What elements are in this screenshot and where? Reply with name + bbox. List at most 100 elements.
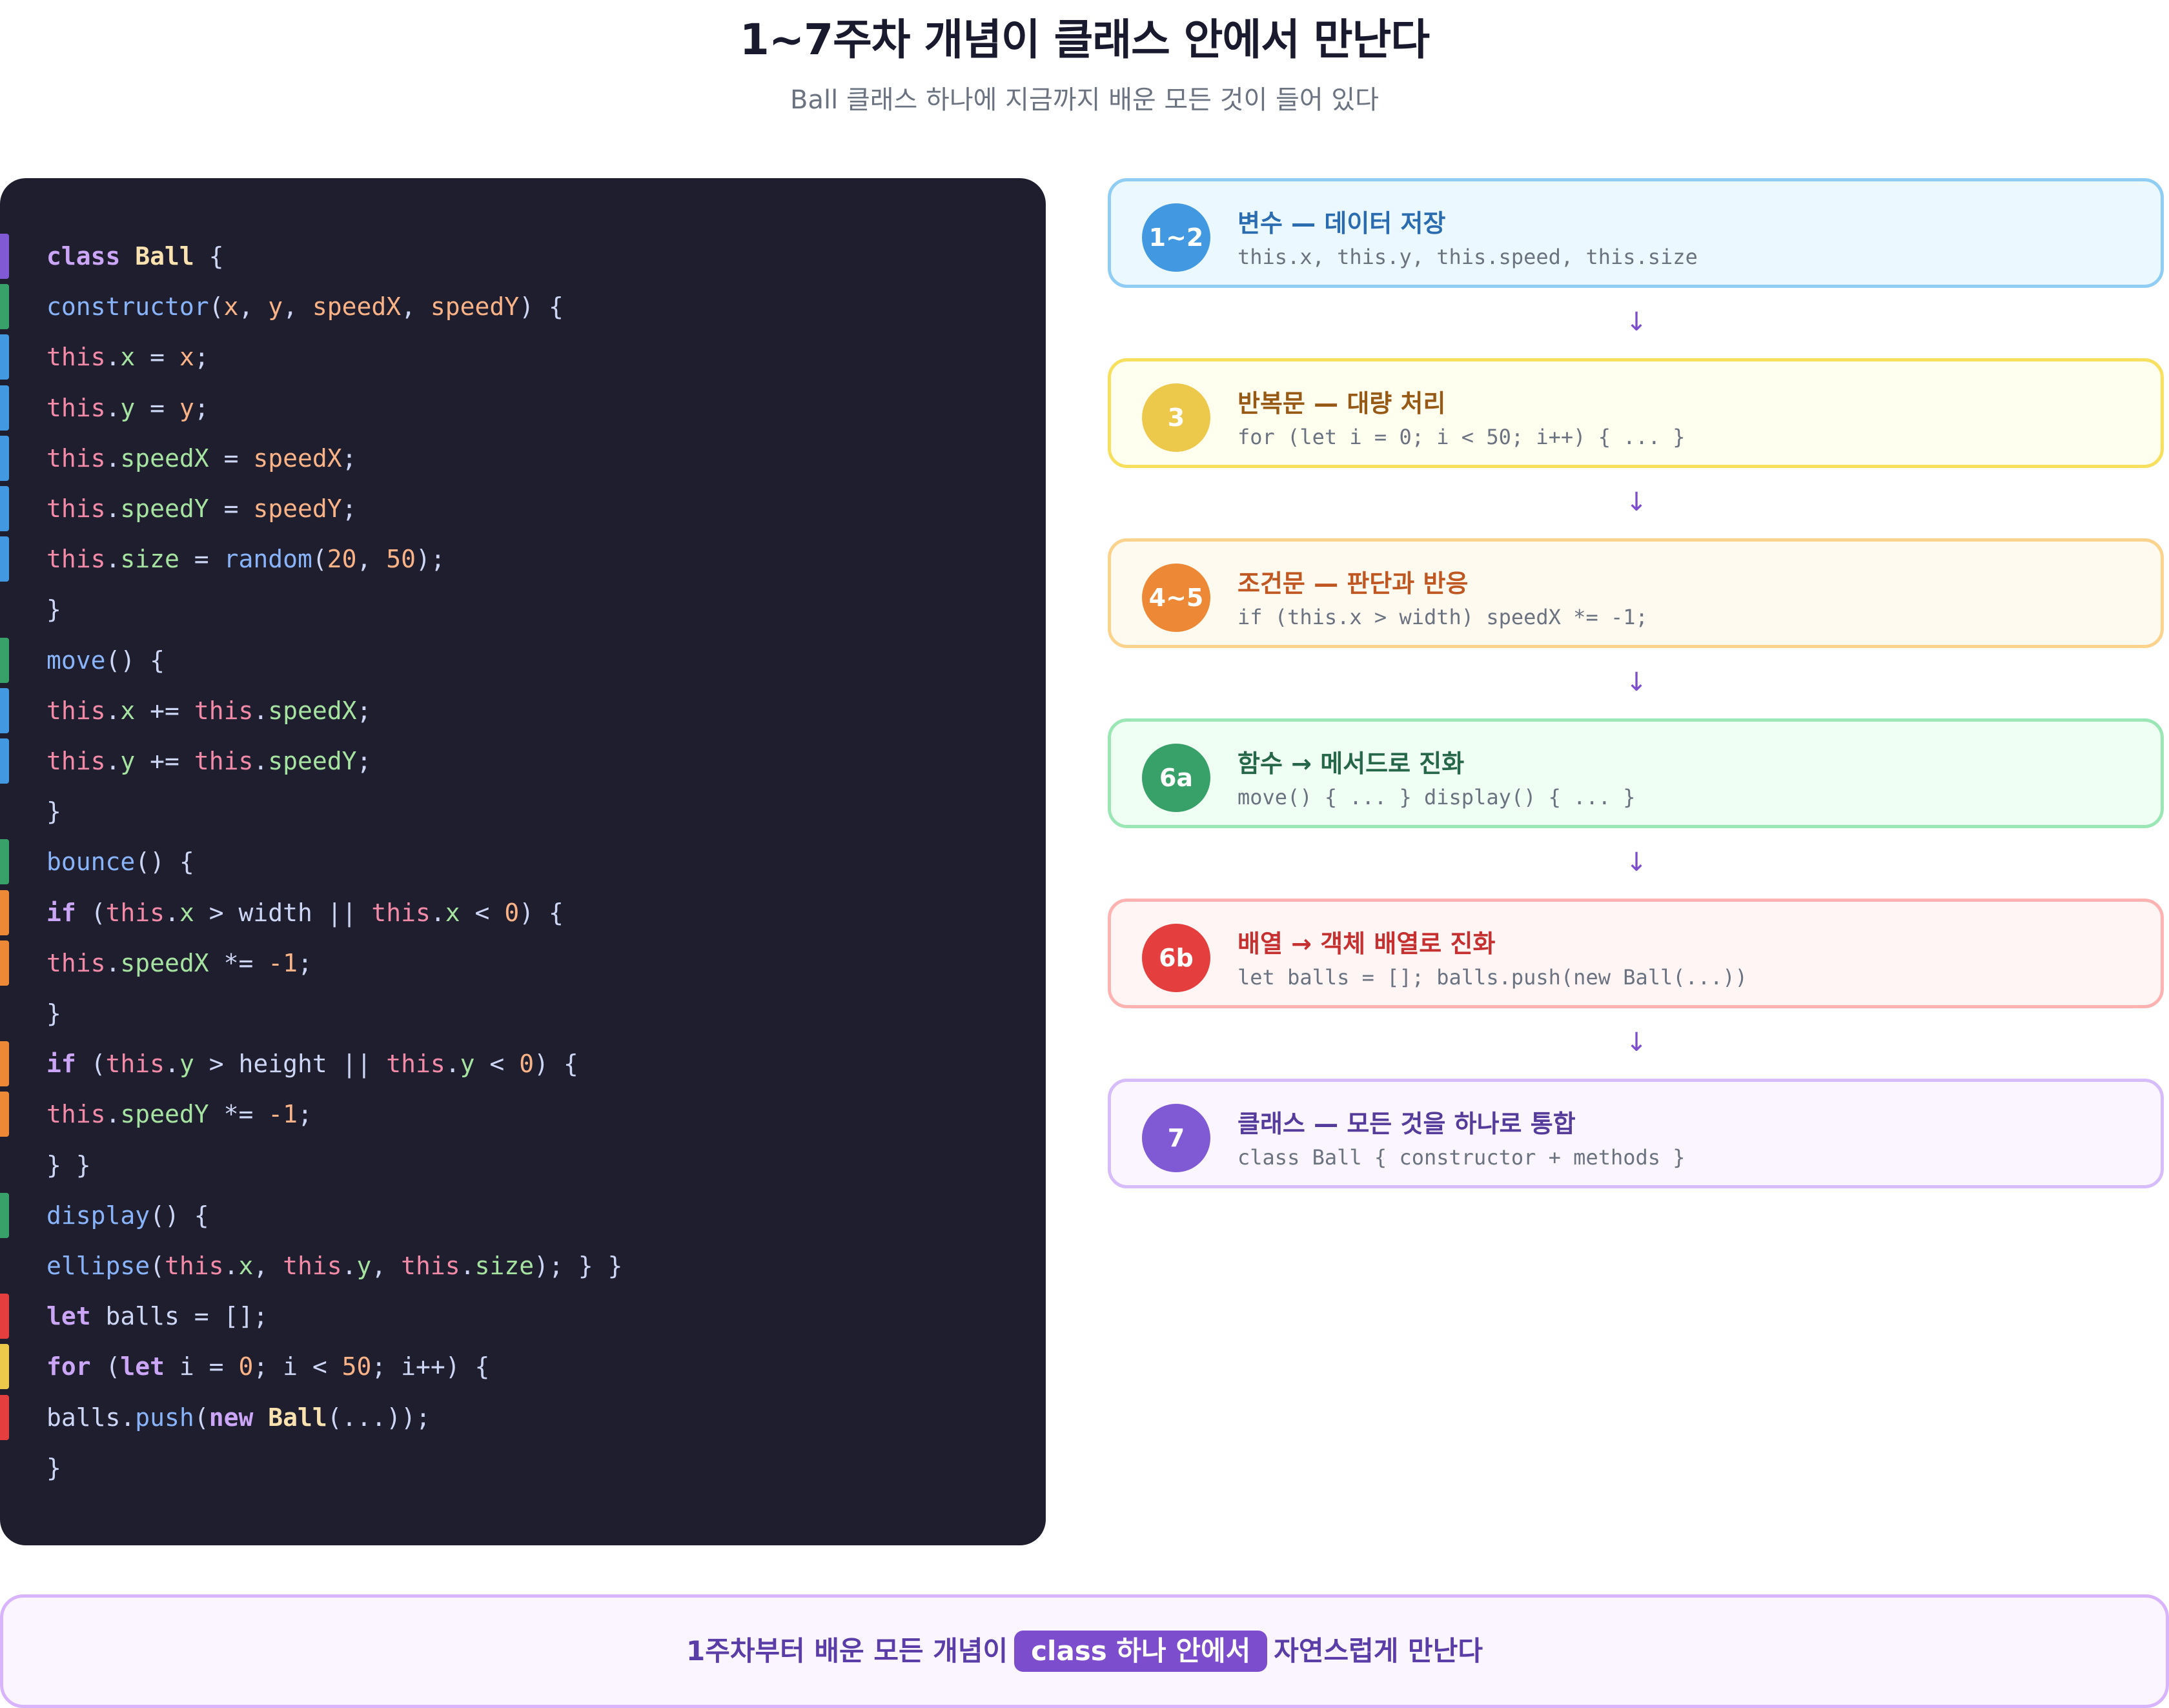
code-token: = <box>209 443 254 473</box>
code-token: 20 <box>327 545 357 574</box>
code-text: class Ball { <box>46 231 224 281</box>
code-line: this.x = x; <box>0 332 1046 382</box>
code-token: 50 <box>386 545 416 574</box>
code-text: } <box>46 584 61 635</box>
concept-code-example: let balls = []; balls.push(new Ball(...)… <box>1237 965 1747 990</box>
code-token: this <box>194 696 254 725</box>
code-token: speedY <box>430 292 520 321</box>
code-text: } <box>46 1443 61 1493</box>
code-token: 50 <box>341 1352 372 1381</box>
code-token: . <box>460 1252 475 1280</box>
code-token: x <box>179 898 194 927</box>
code-line: this.speedX = speedX; <box>0 433 1046 483</box>
code-token: 0 <box>504 898 520 927</box>
step-badge: 6a <box>1142 744 1210 812</box>
code-text: this.x += this.speedX; <box>46 686 371 736</box>
code-text: } <box>46 988 61 1039</box>
concept-code-example: move() { ... } display() { ... } <box>1237 785 1636 809</box>
code-line: } <box>0 786 1046 837</box>
code-line: } <box>0 584 1046 635</box>
concept-color-bar <box>0 486 9 531</box>
concept-title: 배열 → 객체 배열로 진화 <box>1237 930 1496 958</box>
code-token: ( <box>150 1252 165 1280</box>
code-token: ; <box>194 343 209 372</box>
concept-color-bar <box>0 687 9 733</box>
code-line: } <box>0 1443 1046 1493</box>
code-token: this <box>46 948 106 977</box>
code-token: let <box>46 1302 91 1331</box>
summary-highlight: class 하나 안에서 <box>1014 1631 1268 1672</box>
code-token: this <box>401 1252 460 1280</box>
code-text: let balls = []; <box>46 1291 268 1341</box>
code-token: } <box>46 1453 61 1482</box>
code-token: class <box>46 242 121 270</box>
down-arrow-icon: ↓ <box>1625 487 1647 517</box>
code-line: if (this.y > height || this.y < 0) { <box>0 1039 1046 1089</box>
code-token: this <box>194 747 254 775</box>
code-token: -1 <box>268 948 298 977</box>
code-token: this <box>105 1050 165 1079</box>
concept-title: 조건문 — 판단과 반응 <box>1237 569 1469 598</box>
code-line: this.speedY *= -1; <box>0 1089 1046 1139</box>
code-token: this <box>386 1050 445 1079</box>
code-token: = <box>179 545 224 574</box>
code-line: this.speedX *= -1; <box>0 938 1046 988</box>
code-token: ; <box>356 747 372 775</box>
code-text: constructor(x, y, speedX, speedY) { <box>46 281 564 332</box>
concept-color-bar <box>0 890 9 935</box>
code-token: . <box>165 898 179 927</box>
page-title: 1~7주차 개념이 클래스 안에서 만난다 <box>739 15 1430 65</box>
concept-card: 7 클래스 — 모든 것을 하나로 통합 class Ball { construc… <box>1108 1079 2164 1188</box>
code-token: ( <box>312 545 327 574</box>
code-token: x <box>120 343 136 372</box>
code-token: move <box>46 646 106 675</box>
code-line: } } <box>0 1140 1046 1190</box>
concept-title: 반복문 — 대량 처리 <box>1237 389 1446 418</box>
code-line: display() { <box>0 1190 1046 1241</box>
concept-color-bar <box>0 1192 9 1238</box>
code-line: this.speedY = speedY; <box>0 483 1046 534</box>
down-arrow-icon: ↓ <box>1625 307 1647 337</box>
concept-color-bar <box>0 738 9 784</box>
step-badge: 1~2 <box>1142 203 1210 272</box>
code-token: ; <box>341 443 357 473</box>
code-token: } <box>46 999 61 1028</box>
code-token: . <box>105 1100 121 1129</box>
code-text: ellipse(this.x, this.y, this.size); } } <box>46 1241 622 1291</box>
code-text: this.x = x; <box>46 332 209 382</box>
concept-color-bar <box>0 1394 9 1440</box>
code-token: i = <box>165 1352 239 1381</box>
code-token: this <box>371 898 431 927</box>
code-token: Ball <box>268 1403 327 1432</box>
concept-title: 변수 — 데이터 저장 <box>1237 209 1446 238</box>
code-text: move() { <box>46 635 165 686</box>
code-token: ( <box>194 1403 209 1432</box>
code-line: constructor(x, y, speedX, speedY) { <box>0 281 1046 332</box>
concept-color-bar <box>0 284 9 330</box>
code-token: speedX <box>253 443 342 473</box>
concept-color-bar <box>0 940 9 986</box>
concept-color-bar <box>0 839 9 885</box>
code-token: if <box>46 1050 76 1079</box>
summary-banner: 1주차부터 배운 모든 개념이 class 하나 안에서 자연스럽게 만난다 <box>0 1594 2169 1708</box>
code-token: . <box>223 1252 239 1280</box>
code-token: constructor <box>46 292 209 321</box>
code-token: random <box>223 545 312 574</box>
code-token: < <box>460 898 505 927</box>
concept-color-bar <box>0 385 9 431</box>
code-token: y <box>460 1050 475 1079</box>
code-token: , <box>356 545 387 574</box>
code-token: = <box>135 343 179 372</box>
code-token: this <box>46 393 106 422</box>
code-token: () { <box>135 848 194 877</box>
code-text: } <box>46 786 61 837</box>
concept-color-bar <box>0 1344 9 1390</box>
code-line: class Ball { <box>0 231 1046 281</box>
code-token: += <box>135 696 194 725</box>
code-token: speedY <box>120 494 209 523</box>
code-token: ( <box>76 1050 106 1079</box>
code-token: . <box>105 494 121 523</box>
code-token: y <box>179 1050 194 1079</box>
code-token: ; <box>297 948 312 977</box>
code-token: (...)); <box>327 1403 431 1432</box>
